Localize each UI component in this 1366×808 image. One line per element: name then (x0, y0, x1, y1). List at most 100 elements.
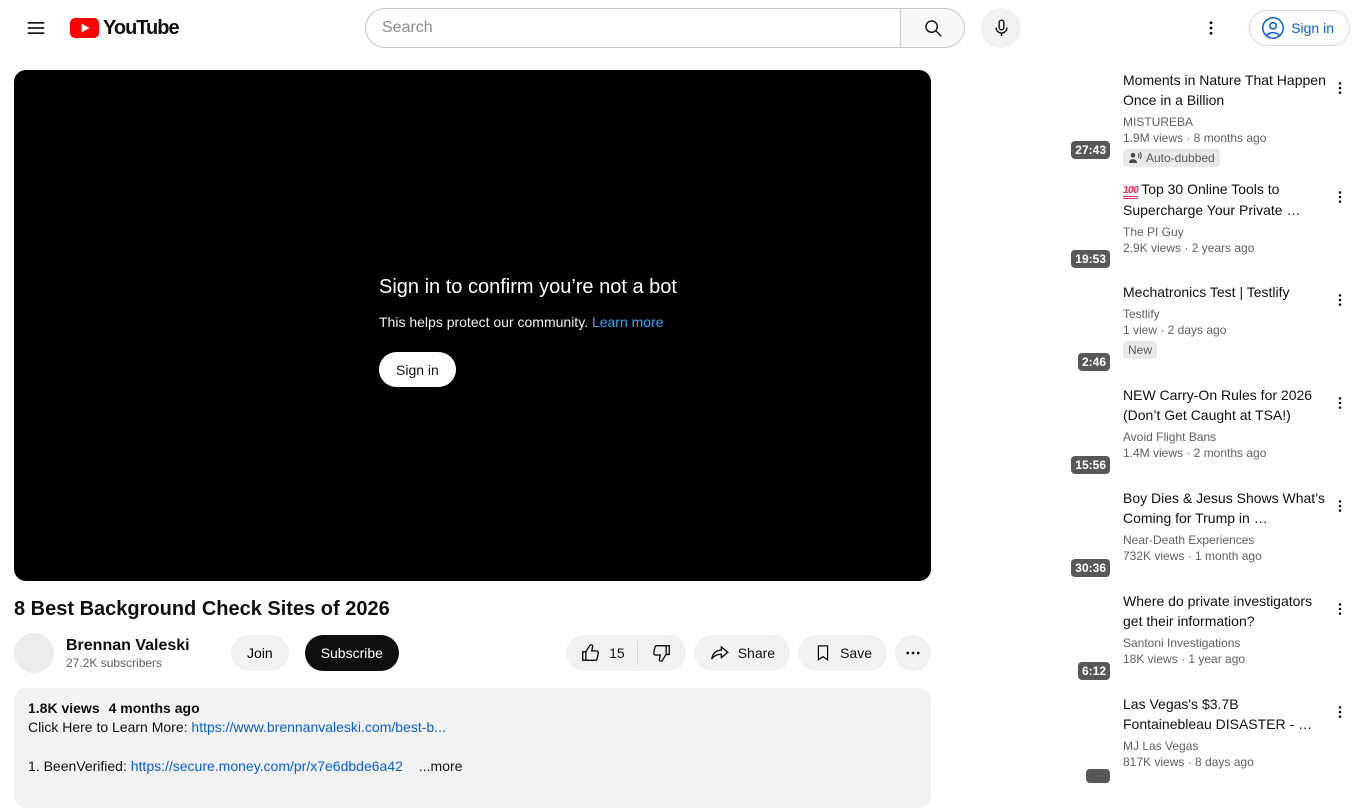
video-channel-name[interactable]: Near-Death Experiences (1123, 533, 1326, 547)
video-channel-name[interactable]: Testlify (1123, 307, 1326, 321)
overlay-sign-in-button[interactable]: Sign in (379, 352, 456, 387)
save-label: Save (840, 645, 872, 661)
video-thumbnail[interactable]: 19:53 (947, 179, 1115, 273)
video-thumbnail[interactable]: 15:56 (947, 385, 1115, 479)
voice-search-button[interactable] (981, 8, 1021, 48)
more-horizontal-icon (906, 651, 920, 655)
thumbs-down-icon (652, 644, 670, 662)
video-title-link[interactable]: Las Vegas's $3.7B Fontainebleau DISASTER… (1123, 694, 1326, 734)
like-dislike-group: 15 (566, 635, 686, 671)
description-text: 1. BeenVerified: (28, 758, 131, 774)
duration-badge: 2:46 (1077, 353, 1110, 371)
sign-in-button[interactable]: Sign in (1249, 10, 1350, 46)
video-title-link[interactable]: Where do private investigators get their… (1123, 591, 1326, 631)
video-options-button[interactable] (1328, 391, 1352, 415)
video-title-link[interactable]: Mechatronics Test | Testlify (1123, 282, 1326, 302)
channel-name[interactable]: Brennan Valeski (66, 637, 201, 655)
top-bar: YouTube Sign in (0, 0, 1366, 56)
video-options-button[interactable] (1328, 76, 1352, 100)
duration-badge: 19:53 (1071, 250, 1110, 268)
share-button[interactable]: Share (693, 635, 791, 671)
video-meta: 1 view · 2 days ago (1123, 323, 1227, 337)
video-channel-name[interactable]: MJ Las Vegas (1123, 739, 1326, 753)
video-options-button[interactable] (1328, 288, 1352, 312)
kebab-icon (1338, 397, 1342, 409)
mic-icon (994, 18, 1008, 36)
video-options-button[interactable] (1328, 185, 1352, 209)
kebab-icon (1338, 500, 1342, 512)
related-video-card: 30:36 Boy Dies & Jesus Shows What’s Comi… (947, 488, 1352, 582)
channel-row: Brennan Valeski 27.2K subscribers Join S… (14, 633, 931, 673)
bookmark-icon (817, 645, 829, 661)
search-button[interactable] (901, 8, 965, 48)
video-channel-name[interactable]: MISTUREBA (1123, 115, 1326, 129)
video-thumbnail[interactable]: 27:43 (947, 70, 1115, 164)
search-icon (924, 20, 942, 37)
settings-kebab-icon[interactable] (1191, 8, 1231, 48)
video-thumbnail[interactable] (947, 694, 1115, 788)
video-channel-name[interactable]: Santoni Investigations (1123, 636, 1326, 650)
video-meta: 732K views · 1 month ago (1123, 549, 1262, 563)
logo-wordmark: YouTube (103, 16, 180, 39)
duration-badge: 30:36 (1071, 559, 1110, 577)
kebab-icon (1338, 82, 1342, 94)
bot-check-overlay: Sign in to confirm you’re not a bot This… (379, 276, 677, 387)
description-box[interactable]: 1.8K views 4 months ago Click Here to Lea… (14, 688, 931, 808)
video-thumbnail[interactable]: 6:12 (947, 591, 1115, 685)
duration-badge: 6:12 (1077, 662, 1110, 680)
video-options-button[interactable] (1328, 494, 1352, 518)
new-badge: New (1123, 341, 1158, 359)
menu-icon[interactable] (16, 8, 56, 48)
related-video-card: 27:43 Moments in Nature That Happen Once… (947, 70, 1352, 170)
view-count: 1.8K views (28, 700, 100, 716)
related-video-card: 15:56 NEW Carry-On Rules for 2026 (Don’t… (947, 385, 1352, 479)
thumbs-up-icon (582, 644, 600, 662)
save-button[interactable]: Save (798, 635, 887, 671)
video-thumbnail[interactable]: 30:36 (947, 488, 1115, 582)
share-label: Share (737, 645, 776, 661)
like-button[interactable]: 15 (566, 635, 637, 671)
duration-badge: 15:56 (1071, 456, 1110, 474)
related-video-card: 2:46 Mechatronics Test | Testlify Testli… (947, 282, 1352, 376)
duration-badge: 27:43 (1071, 141, 1110, 159)
description-link[interactable]: https://www.brennanvaleski.com/best-b... (191, 719, 445, 735)
video-title-link[interactable]: Top 30 Online Tools to Supercharge Your … (1123, 179, 1326, 220)
video-channel-name[interactable]: The PI Guy (1123, 225, 1326, 239)
video-player[interactable]: Sign in to confirm you’re not a bot This… (14, 70, 931, 581)
hundred-points-emoji (1123, 179, 1138, 199)
video-meta: 1.9M views · 8 months ago (1123, 131, 1267, 145)
video-options-button[interactable] (1328, 597, 1352, 621)
youtube-play-icon (70, 18, 99, 38)
channel-avatar[interactable] (14, 633, 54, 673)
video-title-link[interactable]: Moments in Nature That Happen Once in a … (1123, 70, 1326, 110)
video-channel-name[interactable]: Avoid Flight Bans (1123, 430, 1326, 444)
video-meta: 18K views · 1 year ago (1123, 652, 1246, 666)
duration-badge (1086, 769, 1110, 783)
badge-label: Auto-dubbed (1146, 151, 1215, 165)
subscribe-button[interactable]: Subscribe (304, 635, 399, 671)
video-thumbnail[interactable]: 2:46 (947, 282, 1115, 376)
related-video-card: Las Vegas's $3.7B Fontainebleau DISASTER… (947, 694, 1352, 788)
description-link[interactable]: https://secure.money.com/pr/x7e6dbde6a42 (131, 758, 403, 774)
video-title-link[interactable]: NEW Carry-On Rules for 2026 (Don’t Get C… (1123, 385, 1326, 425)
like-count: 15 (609, 645, 625, 661)
video-options-button[interactable] (1328, 700, 1352, 724)
search-bar (365, 8, 965, 48)
join-button[interactable]: Join (231, 635, 289, 671)
video-meta: 1.4M views · 2 months ago (1123, 446, 1267, 460)
search-input[interactable] (365, 8, 901, 48)
kebab-icon (1338, 191, 1342, 203)
video-meta: 2.9K views · 2 years ago (1123, 241, 1255, 255)
account-icon (1262, 17, 1285, 39)
auto-dubbed-badge: Auto-dubbed (1123, 149, 1220, 167)
show-more-link[interactable]: ...more (419, 758, 463, 774)
primary-column: Sign in to confirm you’re not a bot This… (14, 70, 931, 808)
more-actions-button[interactable] (895, 635, 931, 671)
video-title-link[interactable]: Boy Dies & Jesus Shows What’s Coming for… (1123, 488, 1326, 528)
kebab-icon (1338, 603, 1342, 615)
description-text: Click Here to Learn More: (28, 719, 192, 735)
related-video-card: 19:53 Top 30 Online Tools to Supercharge… (947, 179, 1352, 273)
youtube-logo[interactable]: YouTube (70, 16, 180, 40)
learn-more-link[interactable]: Learn more (592, 314, 664, 330)
dislike-button[interactable] (638, 635, 686, 671)
